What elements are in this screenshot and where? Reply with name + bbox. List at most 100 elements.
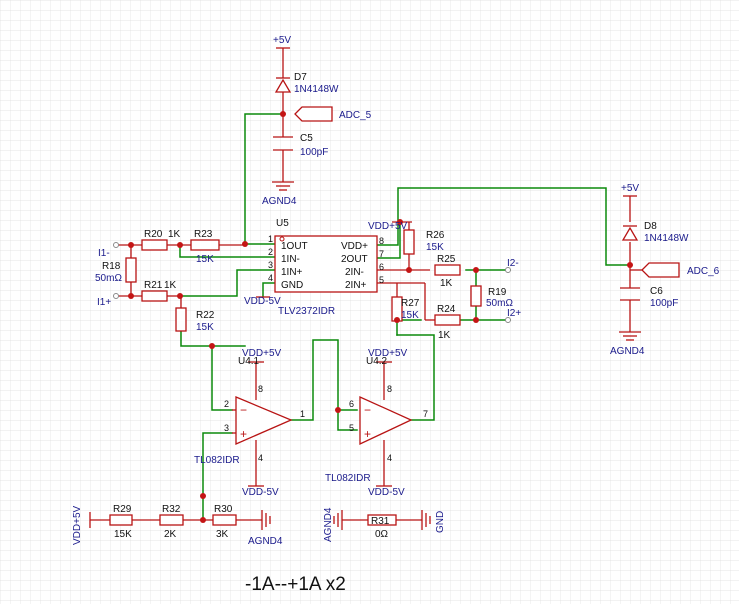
r29-ref: R29 <box>113 504 132 515</box>
u4-1-minus: − <box>240 403 247 417</box>
r27-value: 15K <box>401 310 419 321</box>
r26-body <box>403 229 415 255</box>
r20-ref: R20 <box>144 229 163 240</box>
gnd-label-r31: GND <box>435 511 446 533</box>
u5-pin1-name: 1OUT <box>281 241 308 252</box>
adc5-flag <box>294 106 333 122</box>
r32-value: 2K <box>164 529 177 540</box>
u4-1-pin4: 4 <box>258 453 263 463</box>
u5-pin7-name: 2OUT <box>341 254 368 265</box>
r20-body <box>141 239 168 251</box>
adc6-label: ADC_6 <box>687 266 720 277</box>
d8-value: 1N4148W <box>644 233 689 244</box>
agnd-label-r31: AGND4 <box>323 507 334 542</box>
schematic-drawing: +5V +5V VDD+5V VDD-5V VDD+5V VDD+5V VDD-… <box>0 0 739 604</box>
u5-pin2-name: 1IN- <box>281 254 300 265</box>
u5-pin1-num: 1 <box>268 234 273 244</box>
u5-pin4-name: GND <box>281 280 303 291</box>
u4-2-minus: − <box>364 403 371 417</box>
u4-1-pin2: 2 <box>224 399 229 409</box>
u5-pin8-name: VDD+ <box>341 241 368 252</box>
r18-body <box>125 257 137 283</box>
c5-ref: C5 <box>300 133 313 144</box>
r24-ref: R24 <box>437 304 456 315</box>
u5-pin3-num: 3 <box>268 260 273 270</box>
d7-ref: D7 <box>294 72 307 83</box>
u5-pin8-num: 8 <box>379 236 384 246</box>
r22-body <box>175 307 187 332</box>
vdd-neg-label-u4-1: VDD-5V <box>242 487 279 498</box>
u4-2-pin5: 5 <box>349 423 354 433</box>
adc6-flag <box>641 262 680 278</box>
r20-value: 1K <box>168 229 181 240</box>
schematic-caption: -1A--+1A x2 <box>245 574 346 595</box>
r18-value: 50mΩ <box>95 273 122 284</box>
i1-pos-terminal[interactable] <box>113 293 119 299</box>
u5-part: TLV2372IDR <box>278 306 335 317</box>
u5-pin4-num: 4 <box>268 273 273 283</box>
r24-body <box>434 314 461 326</box>
r27-ref: R27 <box>401 298 420 309</box>
r19-value: 50mΩ <box>486 298 513 309</box>
u5-pin7-num: 7 <box>379 249 384 259</box>
u4-2-pin4: 4 <box>387 453 392 463</box>
r23-body <box>190 239 220 251</box>
vdd-pos-label-u5: VDD+5V <box>368 221 408 232</box>
r30-body <box>212 514 237 526</box>
d7-value: 1N4148W <box>294 84 339 95</box>
u5-pin6-name: 2IN- <box>345 267 364 278</box>
u5-ref: U5 <box>276 218 289 229</box>
u4-1-part: TL082IDR <box>194 455 240 466</box>
u5-pin5-num: 5 <box>379 275 384 285</box>
r26-value: 15K <box>426 242 444 253</box>
r22-value: 15K <box>196 322 214 333</box>
u4-2-part: TL082IDR <box>325 473 371 484</box>
r21-value: 1K <box>164 280 177 291</box>
vdd-neg-label-u4-2: VDD-5V <box>368 487 405 498</box>
r32-body <box>159 514 184 526</box>
r25-value: 1K <box>440 278 453 289</box>
r31-value: 0Ω <box>375 529 389 540</box>
agnd-label-c6: AGND4 <box>610 346 645 357</box>
u4-2-plus: + <box>364 427 371 441</box>
r30-ref: R30 <box>214 504 233 515</box>
c6-ref: C6 <box>650 286 663 297</box>
r30-value: 3K <box>216 529 229 540</box>
vcc-label-top: +5V <box>273 35 291 46</box>
c5-value: 100pF <box>300 147 328 158</box>
u4-2-pin8: 8 <box>387 384 392 394</box>
schematic-canvas: +5V +5V VDD+5V VDD-5V VDD+5V VDD+5V VDD-… <box>0 0 739 604</box>
i2-pos-label: I2+ <box>507 308 521 319</box>
u4-2-ref: U4.2 <box>366 356 388 367</box>
i1-neg-terminal[interactable] <box>113 242 119 248</box>
r19-body <box>470 285 482 307</box>
vdd-pos-label-divider: VDD+5V <box>72 505 83 545</box>
r29-body <box>109 514 133 526</box>
u4-1-ref: U4.1 <box>238 356 260 367</box>
u5-pin3-name: 1IN+ <box>281 267 303 278</box>
d8-ref: D8 <box>644 221 657 232</box>
i1-neg-label: I1- <box>98 248 110 259</box>
r22-ref: R22 <box>196 310 215 321</box>
r21-body <box>141 290 168 302</box>
r25-ref: R25 <box>437 254 456 265</box>
u4-2-pin7: 7 <box>423 409 428 419</box>
agnd-label-r30: AGND4 <box>248 536 283 547</box>
r31-ref: R31 <box>371 516 390 527</box>
r23-value: 15K <box>196 254 214 265</box>
agnd-label-c5: AGND4 <box>262 196 297 207</box>
r21-ref: R21 <box>144 280 163 291</box>
r32-ref: R32 <box>162 504 181 515</box>
adc5-label: ADC_5 <box>339 110 372 121</box>
r18-ref: R18 <box>102 261 121 272</box>
u5-pin2-num: 2 <box>268 247 273 257</box>
r24-value: 1K <box>438 330 451 341</box>
r19-ref: R19 <box>488 287 507 298</box>
u4-1-pin3: 3 <box>224 423 229 433</box>
vdd-neg-label-u5: VDD-5V <box>244 296 281 307</box>
u5-pin5-name: 2IN+ <box>345 280 367 291</box>
r26-ref: R26 <box>426 230 445 241</box>
r25-body <box>434 264 461 276</box>
i1-pos-label: I1+ <box>97 297 111 308</box>
u4-2-pin6: 6 <box>349 399 354 409</box>
